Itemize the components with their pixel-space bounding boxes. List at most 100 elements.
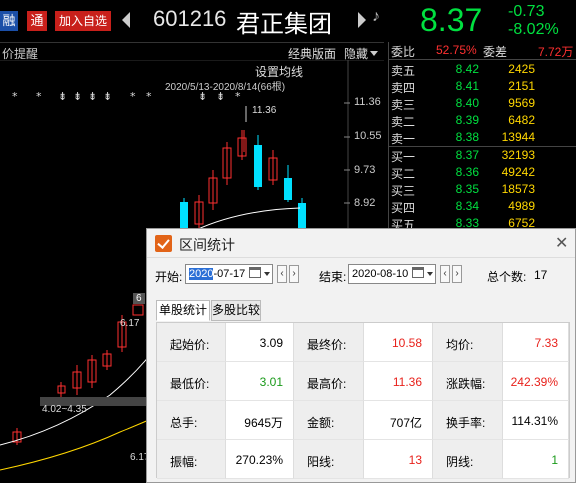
ask-label: 卖五 — [391, 64, 416, 78]
stat-label-cell: 最低价: — [157, 362, 226, 401]
alert-bell-icon[interactable]: ♪ — [372, 8, 380, 26]
stock-name: 君正集团 — [236, 10, 332, 38]
stock-code: 601216 — [153, 6, 227, 31]
ask-row[interactable]: 卖五 8.42 2425 — [389, 61, 576, 78]
start-date-rest: -07-17 — [213, 268, 246, 280]
svg-text:⇟: ⇟ — [88, 90, 97, 103]
bid-row[interactable]: 买四 8.34 4989 — [389, 198, 576, 215]
chevron-down-icon[interactable] — [370, 51, 378, 56]
ask-row[interactable]: 卖二 8.39 6482 — [389, 112, 576, 129]
ask-volume: 2425 — [508, 62, 535, 76]
check-icon — [155, 235, 172, 252]
stat-label-cell: 金额: — [294, 401, 364, 440]
svg-text:*: * — [130, 90, 136, 103]
ma-line-white — [195, 207, 301, 231]
stat-value: 1 — [551, 453, 558, 467]
ask-volume: 2151 — [508, 79, 535, 93]
svg-text:⇟: ⇟ — [58, 90, 67, 103]
end-label: 结束: — [319, 270, 347, 284]
svg-text:*: * — [146, 90, 152, 103]
stat-label: 振幅: — [170, 455, 198, 469]
prev-date-button[interactable]: ‹ — [277, 265, 287, 283]
stat-value-cell: 10.58 — [364, 323, 433, 362]
prev-date-button[interactable]: ‹ — [440, 265, 450, 283]
count-label: 总个数: — [487, 270, 527, 284]
stat-value-cell: 270.23% — [226, 440, 294, 479]
stat-value: 10.58 — [391, 336, 422, 350]
previous-stock-icon[interactable] — [122, 12, 130, 28]
start-label: 开始: — [155, 270, 183, 284]
margin-trading-tag[interactable]: 融 — [0, 11, 18, 31]
bid-label: 买二 — [391, 167, 416, 181]
bid-volume: 49242 — [501, 165, 535, 179]
stats-table: 起始价: 3.09 最终价: 10.58 均价: 7.33 最低价: 3.01 … — [156, 322, 570, 479]
bid-price: 8.36 — [455, 165, 479, 179]
ask-price: 8.40 — [455, 96, 479, 110]
candle — [298, 203, 306, 228]
stat-label: 阳线: — [307, 455, 335, 469]
stat-value: 707亿 — [389, 416, 422, 430]
start-year-selected: 2020 — [189, 268, 214, 280]
ask-label: 卖四 — [391, 81, 416, 95]
order-ratio-row: 委比 52.75% 委差 7.72万 — [389, 42, 576, 59]
stat-value: 242.39% — [510, 375, 558, 389]
stat-label-cell: 阳线: — [294, 440, 364, 479]
ask-row[interactable]: 卖一 8.38 13944 — [389, 129, 576, 146]
stat-label-cell: 涨跌幅: — [433, 362, 503, 401]
bid-label: 买一 — [391, 150, 416, 164]
stat-label-cell: 均价: — [433, 323, 503, 362]
stat-label-cell: 总手: — [157, 401, 226, 440]
ask-row[interactable]: 卖三 8.40 9569 — [389, 95, 576, 112]
ask-row[interactable]: 卖四 8.41 2151 — [389, 78, 576, 95]
bid-volume: 32193 — [501, 148, 535, 162]
candles-lower — [0, 304, 161, 471]
set-ma-button[interactable]: 设置均线 — [255, 63, 303, 80]
bid-row[interactable]: 买三 8.35 18573 — [389, 181, 576, 198]
candle — [254, 145, 262, 187]
quote-header: 融 通 加入自选 601216 君正集团 ♪ 8.37 -0.73 -8.02% — [0, 0, 576, 42]
ask-volume: 6482 — [508, 113, 535, 127]
add-to-watchlist-button[interactable]: 加入自选 — [55, 11, 111, 31]
chevron-down-icon[interactable] — [264, 272, 270, 276]
bid-price: 8.35 — [455, 182, 479, 196]
bid-row[interactable]: 买一 8.37 32193 — [389, 147, 576, 164]
candle — [132, 304, 144, 316]
next-stock-icon[interactable] — [358, 12, 366, 28]
stat-value-cell: 11.36 — [364, 362, 433, 401]
end-date-value: 2020-08-10 — [352, 268, 409, 280]
chevron-down-icon[interactable] — [427, 272, 433, 276]
ask-price: 8.41 — [455, 79, 479, 93]
dialog-titlebar[interactable]: 区间统计 ✕ — [147, 229, 575, 258]
svg-text:⇟: ⇟ — [103, 90, 112, 103]
tab-single-stock[interactable]: 单股统计 — [156, 300, 210, 321]
ask-label: 卖三 — [391, 98, 416, 112]
range-annotation: 4.02~4.35 — [42, 404, 87, 415]
stat-value-cell: 114.31% — [503, 401, 569, 440]
stat-label: 起始价: — [170, 338, 210, 352]
connect-tag[interactable]: 通 — [27, 11, 47, 31]
stat-value: 3.09 — [259, 336, 283, 350]
next-date-button[interactable]: › — [452, 265, 462, 283]
next-date-button[interactable]: › — [289, 265, 299, 283]
stat-value: 270.23% — [235, 453, 283, 467]
high-price-label: 11.36 — [252, 105, 277, 116]
calendar-icon[interactable] — [249, 267, 261, 278]
calendar-icon[interactable] — [412, 267, 424, 278]
ask-price: 8.42 — [455, 62, 479, 76]
bid-row[interactable]: 买二 8.36 49242 — [389, 164, 576, 181]
tab-multi-stock[interactable]: 多股比较 — [211, 300, 261, 321]
stat-label-cell: 振幅: — [157, 440, 226, 479]
order-diff-value: 7.72万 — [538, 45, 574, 59]
y-tick-label: 10.55 — [354, 130, 382, 142]
svg-text:*: * — [36, 90, 42, 103]
bid-price: 8.34 — [455, 199, 479, 213]
bid-label: 买三 — [391, 184, 416, 198]
stat-label: 阴线: — [446, 455, 474, 469]
ask-price: 8.38 — [455, 130, 479, 144]
y-tick-marks — [344, 102, 350, 204]
order-diff-label: 委差 — [483, 45, 508, 59]
stat-value-cell: 707亿 — [364, 401, 433, 440]
close-icon[interactable]: ✕ — [555, 233, 568, 253]
price-change-percent: -8.02% — [508, 21, 559, 38]
stat-label: 涨跌幅: — [446, 377, 486, 391]
